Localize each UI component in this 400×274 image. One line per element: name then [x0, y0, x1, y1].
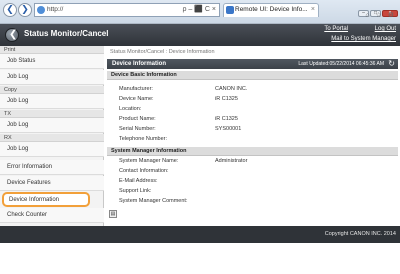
browser-toolbar-icons[interactable]: ⌂ ☆ ⚙ — [365, 11, 396, 19]
main-content: Status Monitor/Cancel : Device Informati… — [105, 46, 400, 243]
field-label: Device Name: — [119, 96, 154, 102]
print-icon[interactable]: ▤ — [109, 210, 117, 218]
footer: Copyright CANON INC. 2014 — [0, 226, 400, 243]
section-device-basic-information: Device Basic Information — [107, 71, 398, 80]
sidebar-item-copy-job-log[interactable]: Job Log — [0, 94, 104, 109]
last-updated-text: Last Updated:05/22/2014 06:45:36 AM — [298, 61, 384, 67]
sidebar-item-device-features[interactable]: Device Features — [0, 176, 104, 191]
breadcrumb: Status Monitor/Cancel : Device Informati… — [110, 49, 215, 55]
page-title: Status Monitor/Cancel — [24, 29, 109, 38]
field-label: System Manager Comment: — [119, 198, 188, 204]
panel-title: Device Information — [112, 61, 167, 67]
field-value: SYS00001 — [215, 126, 242, 132]
back-to-portal-icon[interactable]: ❮ — [5, 28, 19, 42]
field-label: Product Name: — [119, 116, 156, 122]
field-label: Serial Number: — [119, 126, 156, 132]
field-value: CANON INC. — [215, 86, 248, 92]
field-label: Manufacturer: — [119, 86, 153, 92]
app-header: ❮ Status Monitor/Cancel To Portal Log Ou… — [0, 24, 400, 46]
sidebar-group-rx: RX — [0, 134, 104, 142]
address-bar[interactable]: http:// ρ – ⬛ C × — [34, 3, 220, 17]
refresh-icon[interactable]: ↻ — [388, 59, 395, 68]
sidebar-item-check-counter[interactable]: Check Counter — [0, 208, 104, 223]
field-label: Telephone Number: — [119, 136, 168, 142]
tab-close-icon[interactable]: × — [311, 4, 315, 16]
field-value: Administrator — [215, 158, 248, 164]
window-controls: – □ × — [357, 1, 398, 17]
sidebar-item-device-information[interactable]: Device Information — [2, 192, 90, 207]
field-label: Contact Information: — [119, 168, 169, 174]
section-system-manager-information: System Manager Information — [107, 147, 398, 156]
forward-icon[interactable]: ❯ — [18, 3, 32, 17]
sidebar-item-rx-job-log[interactable]: Job Log — [0, 142, 104, 157]
tab-title: Remote UI: Device Info... — [235, 6, 308, 13]
field-label: System Manager Name: — [119, 158, 179, 164]
tab-favicon-icon — [226, 6, 234, 14]
browser-chrome: ❮ ❯ http:// ρ – ⬛ C × Remote UI: Device … — [0, 0, 400, 24]
address-tools[interactable]: ρ – ⬛ C × — [182, 4, 216, 16]
copyright-text: Copyright CANON INC. 2014 — [324, 231, 396, 237]
to-portal-link[interactable]: To Portal — [324, 26, 348, 32]
field-label: Support Link: — [119, 188, 152, 194]
sidebar-group-print: Print — [0, 46, 104, 54]
sidebar-group-copy: Copy — [0, 86, 104, 94]
sidebar-item-error-information[interactable]: Error Information — [0, 160, 104, 175]
back-icon[interactable]: ❮ — [3, 3, 17, 17]
page-blank-area — [0, 243, 400, 274]
address-text: http:// — [47, 6, 64, 13]
sidebar: Print Job Status Job Log Copy Job Log TX… — [0, 46, 104, 243]
panel-header: Device Information Last Updated:05/22/20… — [107, 59, 398, 69]
log-out-link[interactable]: Log Out — [375, 26, 396, 32]
arrow-left-icon: ❮ — [9, 29, 18, 40]
mail-system-manager-link[interactable]: Mail to System Manager — [331, 36, 396, 42]
tab-remote-ui[interactable]: Remote UI: Device Info... × — [223, 3, 319, 17]
sidebar-item-print-job-log[interactable]: Job Log — [0, 70, 104, 85]
field-label: E-Mail Address: — [119, 178, 158, 184]
sidebar-item-print-job-status[interactable]: Job Status — [0, 54, 104, 69]
field-label: Location: — [119, 106, 142, 112]
site-icon — [37, 6, 45, 14]
field-value: iR C1325 — [215, 116, 238, 122]
sidebar-group-tx: TX — [0, 110, 104, 118]
sidebar-item-tx-job-log[interactable]: Job Log — [0, 118, 104, 133]
field-value: iR C1325 — [215, 96, 238, 102]
